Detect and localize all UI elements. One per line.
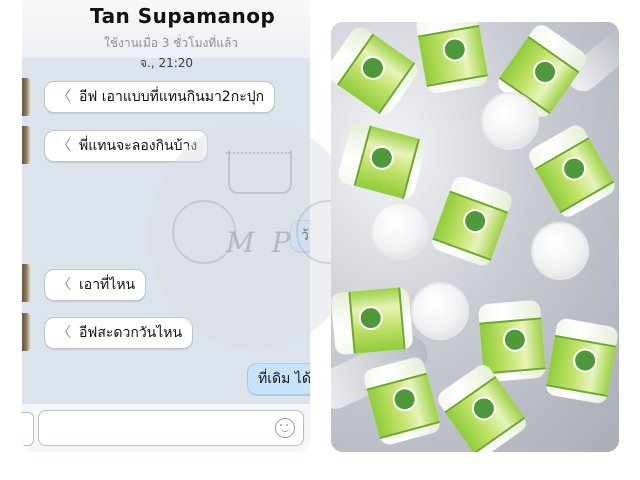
message-text: อีฟสะดวกวันไหน [79, 325, 183, 341]
chevron-left-icon: 〈 [57, 325, 71, 341]
message-text: อีฟ เอาแบบที่แทนกินมา2กะปุก [79, 89, 265, 105]
avatar[interactable] [22, 313, 30, 351]
contact-name[interactable]: Tan Supamanop [90, 4, 275, 28]
supplement-bottle [331, 286, 414, 356]
avatar[interactable] [22, 264, 30, 302]
product-photo [331, 22, 619, 452]
chevron-left-icon: 〈 [57, 138, 71, 154]
attach-button[interactable] [22, 412, 34, 446]
chevron-left-icon: 〈 [57, 89, 71, 105]
chevron-left-icon: 〈 [57, 277, 71, 293]
supplement-bottle [544, 317, 619, 405]
avatar[interactable] [22, 126, 30, 164]
avatar[interactable] [22, 78, 30, 116]
bottle-cap [481, 92, 539, 150]
last-seen-status: ใช้งานเมื่อ 3 ชั่วโมงที่แล้ว [104, 36, 239, 50]
watermark-monogram: M P [226, 226, 295, 259]
incoming-message[interactable]: 〈 พี่แทนจะลองกินบ้าง [44, 130, 209, 162]
crown-icon [226, 150, 292, 194]
supplement-bottle [414, 22, 490, 95]
message-text: เอาที่ไหน [79, 277, 136, 293]
incoming-message[interactable]: 〈 อีฟสะดวกวันไหน [44, 317, 194, 349]
smiley-icon[interactable] [275, 418, 295, 438]
bottle-cap [411, 282, 469, 340]
incoming-message[interactable]: 〈 อีฟ เอาแบบที่แทนกินมา2กะปุก [44, 81, 276, 113]
message-text: พี่แทนจะลองกินบ้าง [79, 138, 198, 154]
incoming-message[interactable]: 〈 เอาที่ไหน [44, 269, 147, 301]
outgoing-message[interactable]: ที่เดิม ได้ [247, 363, 310, 395]
message-composer [22, 404, 310, 452]
bottle-cap [371, 202, 429, 260]
message-input[interactable] [38, 410, 304, 446]
message-text: ที่เดิม ได้ [258, 371, 310, 387]
bottle-cap [531, 222, 589, 280]
chat-header: Tan Supamanop ใช้งานเมื่อ 3 ชั่วโมงที่แล… [22, 0, 310, 70]
message-timestamp: จ., 21:20 [140, 56, 194, 70]
